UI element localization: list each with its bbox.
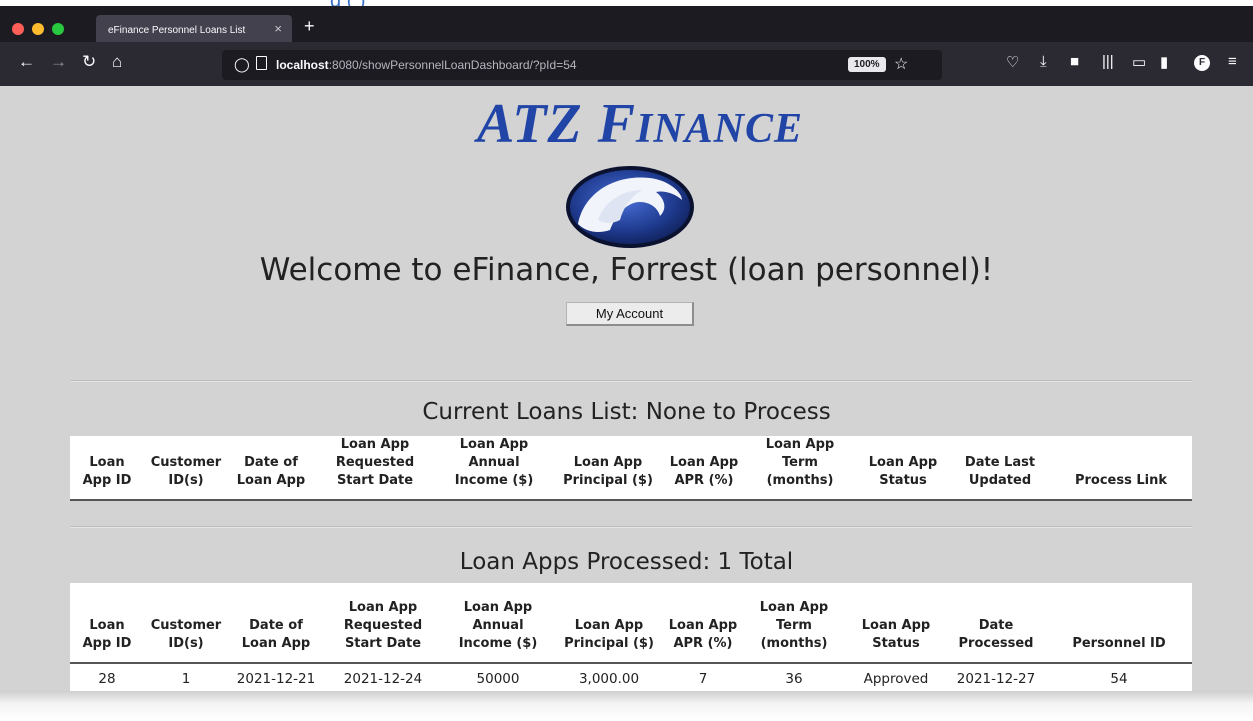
tracking-shield-icon[interactable]: ◯: [234, 56, 250, 73]
principal-cell: 3,000.00: [578, 671, 640, 687]
current-loans-table: Loan App ID Customer ID(s) Date of Loan …: [70, 436, 1192, 501]
column-header: Date of Loan App: [241, 618, 311, 651]
tab-personnel-loans[interactable]: eFinance Personnel Loans List ×: [96, 15, 292, 45]
table-row: 28 1 2021-12-21 2021-12-24 50000 3,000.0…: [70, 663, 1192, 694]
personnel-id-cell: 54: [1110, 671, 1128, 687]
menu-icon[interactable]: ≡: [1228, 53, 1237, 70]
address-bar[interactable]: ◯ localhost:8080/showPersonnelLoanDashbo…: [222, 50, 942, 80]
column-header: Loan App Term (months): [759, 600, 829, 651]
status-cell: Approved: [863, 671, 929, 687]
divider: [70, 526, 1192, 528]
column-header: Loan App ID: [82, 618, 132, 651]
bookmark-star-icon[interactable]: ☆: [894, 54, 908, 74]
back-arrow-icon[interactable]: ←: [18, 52, 35, 72]
zoom-window-button[interactable]: [52, 23, 64, 35]
column-header: Loan App Annual Income ($): [458, 600, 538, 651]
column-header: Date of Loan App: [236, 455, 306, 488]
downloads-icon[interactable]: ⤓: [1040, 53, 1047, 70]
column-header: Loan App Principal ($): [563, 455, 653, 488]
annual-income-cell: 50000: [476, 671, 520, 687]
lion-emblem-icon: [566, 166, 694, 248]
column-header: Loan App ID: [82, 455, 132, 488]
apr-cell: 7: [698, 671, 708, 687]
current-loans-title: Current Loans List: None to Process: [422, 399, 831, 425]
minimize-window-button[interactable]: [32, 23, 44, 35]
forward-arrow-icon[interactable]: →: [50, 52, 67, 72]
library-icon[interactable]: |||: [1102, 53, 1114, 70]
processed-loans-table: Loan App ID Customer ID(s) Date of Loan …: [70, 583, 1192, 694]
processed-loans-title: Loan Apps Processed: 1 Total: [459, 549, 794, 575]
column-header: Loan App Principal ($): [564, 618, 654, 651]
navigation-toolbar: ← → ↻ ⌂ ◯ localhost:8080/showPersonnelLo…: [0, 42, 1253, 86]
divider: [70, 380, 1192, 382]
column-header: Loan App Requested Start Date: [343, 600, 423, 651]
column-header: Loan App APR (%): [668, 618, 738, 651]
table-header-row: Loan App ID Customer ID(s) Date of Loan …: [70, 583, 1192, 663]
home-icon[interactable]: ⌂: [112, 52, 122, 72]
column-header: Date Last Updated: [964, 455, 1036, 488]
column-header: Date Processed: [958, 618, 1034, 651]
date-processed-cell: 2021-12-27: [956, 671, 1036, 687]
print-icon[interactable]: ■: [1070, 53, 1079, 70]
new-tab-button[interactable]: +: [304, 16, 315, 37]
column-header: Customer ID(s): [150, 455, 222, 488]
customer-id-cell: 1: [181, 671, 191, 687]
close-window-button[interactable]: [12, 23, 24, 35]
pocket-icon[interactable]: ♡: [1006, 53, 1019, 71]
page-bottom-edge: [0, 691, 1253, 721]
column-header: Loan App APR (%): [669, 455, 739, 488]
column-header: Loan App Status: [868, 455, 938, 488]
loan-app-id-cell: 28: [98, 671, 116, 687]
profile-avatar[interactable]: F: [1194, 55, 1210, 71]
bookmark-icon[interactable]: ▮: [1160, 53, 1168, 71]
tab-strip: eFinance Personnel Loans List × +: [0, 6, 1253, 45]
tab-close-icon[interactable]: ×: [274, 21, 282, 36]
zoom-level-badge[interactable]: 100%: [848, 57, 886, 72]
page-body: ATZ FINANCE Welcome to eFinance, Forrest…: [0, 86, 1253, 694]
reload-icon[interactable]: ↻: [82, 52, 96, 72]
page-info-icon[interactable]: [256, 56, 267, 70]
table-header-row: Loan App ID Customer ID(s) Date of Loan …: [70, 436, 1192, 500]
column-header: Loan App Requested Start Date: [335, 437, 415, 488]
tab-title: eFinance Personnel Loans List: [108, 24, 246, 36]
url-text[interactable]: localhost:8080/showPersonnelLoanDashboar…: [276, 58, 577, 72]
loan-app-date-cell: 2021-12-21: [236, 671, 316, 687]
sidebar-icon[interactable]: ▭: [1132, 53, 1146, 71]
term-cell: 36: [785, 671, 803, 687]
column-header: Loan App Status: [861, 618, 931, 651]
column-header: Customer ID(s): [150, 618, 222, 651]
column-header: Loan App Annual Income ($): [454, 437, 534, 488]
atz-finance-logo: ATZ FINANCE: [476, 93, 804, 155]
column-header: Personnel ID: [1072, 636, 1166, 651]
column-header: Loan App Term (months): [765, 437, 835, 488]
welcome-heading: Welcome to eFinance, Forrest (loan perso…: [259, 252, 994, 288]
my-account-button[interactable]: My Account: [566, 302, 694, 326]
requested-start-date-cell: 2021-12-24: [343, 671, 423, 687]
column-header: Process Link: [1074, 473, 1168, 488]
